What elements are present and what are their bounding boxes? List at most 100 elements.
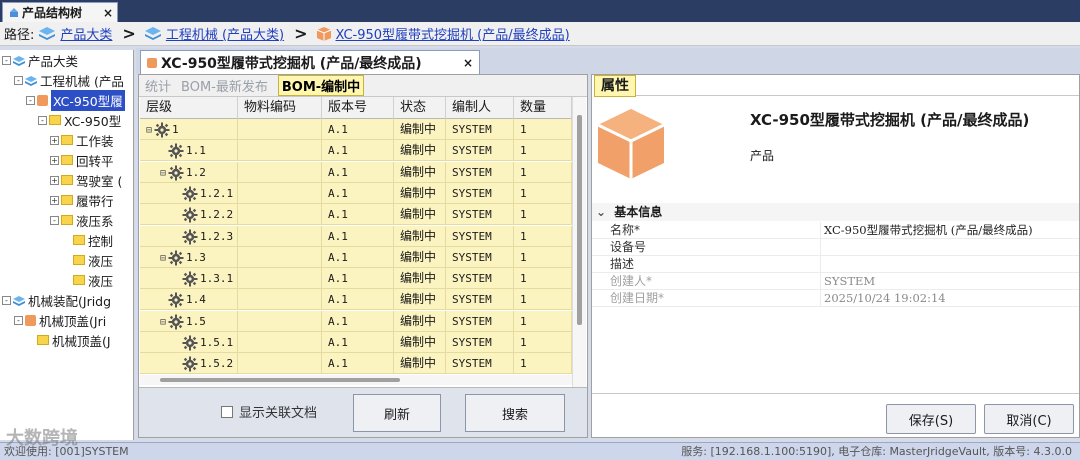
bom-row[interactable]: 1.3.1 A.1 编制中 SYSTEM 1 (140, 268, 572, 290)
expand-icon[interactable]: + (50, 195, 59, 205)
collapse-icon[interactable]: ⊟ (146, 120, 154, 141)
property-row[interactable]: 创建人* SYSTEM (592, 273, 1079, 290)
scroll-thumb[interactable] (577, 115, 582, 325)
collapse-icon[interactable]: - (14, 75, 23, 85)
cell-level: 1.4 (140, 289, 238, 311)
tree-node[interactable]: 机械顶盖(J (26, 330, 111, 350)
gear-icon (168, 292, 186, 308)
level-text: 1.1 (186, 144, 206, 158)
cell-quantity: 1 (514, 161, 572, 183)
divider (820, 256, 821, 273)
collapse-icon[interactable]: ⌄ (596, 205, 606, 219)
checkbox-box[interactable] (221, 405, 233, 418)
scroll-thumb[interactable] (160, 378, 400, 382)
tree-node[interactable]: + 回转平 (50, 150, 114, 170)
search-button[interactable]: 搜索 (465, 394, 565, 432)
level-text: 1.2 (186, 165, 206, 179)
breadcrumb-item-product-category[interactable]: 产品大类 (60, 24, 112, 43)
tree-node[interactable]: - 工程机械 (产品 (14, 70, 124, 90)
close-tab-icon[interactable]: × (103, 6, 113, 20)
tab-bom-draft[interactable]: BOM-编制中 (277, 75, 365, 96)
property-row[interactable]: 设备号 (592, 239, 1079, 256)
column-version[interactable]: 版本号 (322, 97, 394, 119)
collapse-icon[interactable]: - (26, 95, 35, 105)
breadcrumb-item-construction-machinery[interactable]: 工程机械 (产品大类) (166, 24, 284, 43)
tab-statistics[interactable]: 统计 (145, 76, 171, 95)
collapse-icon[interactable]: ⊟ (160, 312, 168, 333)
tree-icon (10, 7, 18, 17)
column-quantity[interactable]: 数量 (514, 97, 572, 119)
tree-node[interactable]: - 机械装配(Jridg (2, 290, 111, 310)
property-key: 创建日期* (610, 291, 665, 305)
tab-bom-latest-release[interactable]: BOM-最新发布 (181, 76, 268, 95)
column-status[interactable]: 状态 (394, 97, 446, 119)
tree-node[interactable]: - XC-950型履 (26, 89, 125, 111)
collapse-icon[interactable]: ⊟ (160, 163, 168, 184)
expand-icon[interactable]: + (50, 135, 59, 145)
property-row[interactable]: 描述 (592, 256, 1079, 273)
level-text: 1.4 (186, 293, 206, 307)
cancel-button[interactable]: 取消(C) (984, 404, 1074, 434)
close-tab-icon[interactable]: × (463, 56, 473, 70)
cell-author: SYSTEM (446, 268, 514, 290)
property-row[interactable]: 名称* XC-950型履带式挖掘机 (产品/最终成品) (592, 222, 1079, 239)
tree-node[interactable]: - 机械顶盖(Jri (14, 310, 106, 330)
horizontal-scrollbar[interactable] (140, 375, 572, 385)
collapse-icon[interactable]: - (2, 55, 11, 65)
bom-row[interactable]: 1.5.1 A.1 编制中 SYSTEM 1 (140, 332, 572, 353)
cell-level: 1.5.2 (140, 353, 238, 375)
bom-actions: 显示关联文档 刷新 搜索 (139, 387, 587, 437)
bom-subtabs: 统计 BOM-最新发布 BOM-编制中 (139, 75, 587, 97)
tree-node[interactable]: + 驾驶室 ( (50, 170, 122, 190)
column-author[interactable]: 编制人 (446, 97, 514, 119)
column-level[interactable]: 层级 (140, 97, 238, 119)
divider (820, 290, 821, 307)
bom-row[interactable]: ⊟ 1 A.1 编制中 SYSTEM 1 (140, 119, 572, 140)
refresh-button[interactable]: 刷新 (353, 394, 441, 432)
level-text: 1.2.3 (200, 229, 234, 243)
property-row[interactable]: 创建日期* 2025/10/24 19:02:14 (592, 290, 1079, 307)
tree-node[interactable]: 液压 (62, 250, 113, 270)
collapse-icon[interactable]: - (38, 115, 47, 125)
property-value[interactable]: XC-950型履带式挖掘机 (产品/最终成品) (824, 222, 1033, 239)
collapse-icon[interactable]: - (50, 215, 59, 225)
show-related-docs-checkbox[interactable]: 显示关联文档 (221, 402, 317, 421)
basic-info-group[interactable]: ⌄ 基本信息 (592, 203, 1079, 221)
bom-row[interactable]: ⊟ 1.3 A.1 编制中 SYSTEM 1 (140, 246, 572, 269)
cell-quantity: 1 (514, 246, 572, 268)
vertical-scrollbar[interactable] (572, 97, 586, 387)
tree-node[interactable]: + 工作装 (50, 130, 114, 150)
cell-author: SYSTEM (446, 119, 514, 140)
save-button[interactable]: 保存(S) (886, 404, 976, 434)
collapse-icon[interactable]: ⊟ (160, 248, 168, 269)
bom-row[interactable]: 1.4 A.1 编制中 SYSTEM 1 (140, 289, 572, 311)
bom-row[interactable]: 1.2.1 A.1 编制中 SYSTEM 1 (140, 182, 572, 204)
tab-current-product[interactable]: XC-950型履带式挖掘机 (产品/最终成品) × (140, 50, 480, 74)
tab-properties[interactable]: 属性 (594, 75, 636, 97)
cell-level: 1.1 (140, 140, 238, 162)
column-material-code[interactable]: 物料编码 (238, 97, 322, 119)
cell-version: A.1 (322, 140, 394, 162)
product-box-icon (316, 26, 331, 41)
breadcrumb-item-current-product[interactable]: XC-950型履带式挖掘机 (产品/最终成品) (336, 24, 570, 43)
tree-node[interactable]: + 履带行 (50, 190, 114, 210)
bom-row[interactable]: 1.2.3 A.1 编制中 SYSTEM 1 (140, 225, 572, 247)
cell-status: 编制中 (394, 182, 446, 204)
tree-node[interactable]: - 产品大类 (2, 50, 78, 70)
bom-row[interactable]: ⊟ 1.5 A.1 编制中 SYSTEM 1 (140, 310, 572, 333)
collapse-icon[interactable]: - (2, 295, 11, 305)
expand-icon[interactable]: + (50, 175, 59, 185)
tree-node-label: 产品大类 (28, 53, 79, 69)
bom-row[interactable]: 1.5.2 A.1 编制中 SYSTEM 1 (140, 353, 572, 375)
tree-node[interactable]: 液压 (62, 270, 113, 290)
tree-node[interactable]: - XC-950型 (38, 110, 121, 130)
bom-row[interactable]: 1.1 A.1 编制中 SYSTEM 1 (140, 140, 572, 162)
tree-node[interactable]: - 液压系 (50, 210, 114, 230)
tree-node[interactable]: 控制 (62, 230, 113, 250)
expand-icon[interactable]: + (50, 155, 59, 165)
bom-row[interactable]: 1.2.2 A.1 编制中 SYSTEM 1 (140, 204, 572, 226)
collapse-icon[interactable]: - (14, 315, 23, 325)
cell-version: A.1 (322, 246, 394, 268)
bom-row[interactable]: ⊟ 1.2 A.1 编制中 SYSTEM 1 (140, 161, 572, 184)
tab-product-structure-tree[interactable]: 产品结构树 × (2, 2, 118, 22)
